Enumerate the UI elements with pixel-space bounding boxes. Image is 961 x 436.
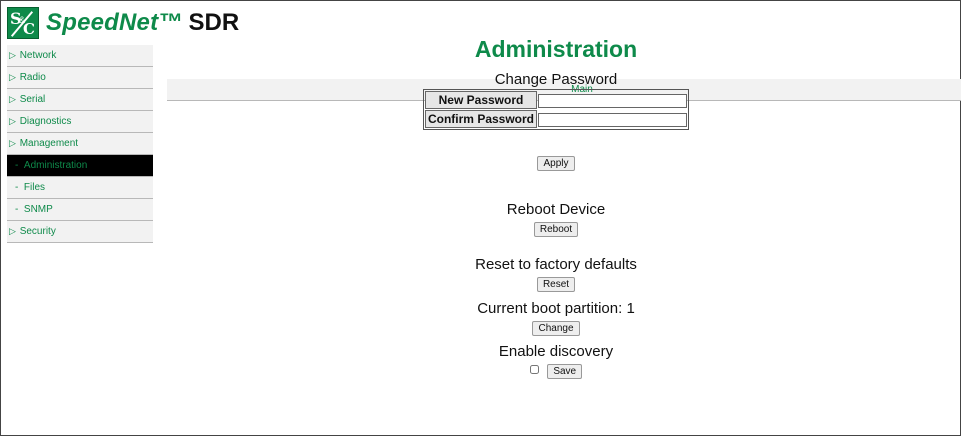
sidebar-item-files[interactable]: - Files bbox=[7, 177, 153, 199]
sidebar-item-label: Network bbox=[19, 50, 57, 61]
expand-triangle-icon: ▷ bbox=[9, 138, 16, 148]
sidebar-item-diagnostics[interactable]: ▷ Diagnostics bbox=[7, 111, 153, 133]
new-password-field[interactable] bbox=[538, 94, 688, 108]
sidebar-item-network[interactable]: ▷ Network bbox=[7, 45, 153, 67]
sidebar-item-serial[interactable]: ▷ Serial bbox=[7, 89, 153, 111]
sub-item-dash: - bbox=[15, 182, 19, 193]
change-password-title: Change Password bbox=[494, 71, 618, 88]
app-frame: S & C SpeedNet™ SDR Main ▷ Network ▷ Radio… bbox=[0, 0, 961, 436]
password-form: New Password Confirm Password bbox=[422, 89, 690, 130]
discovery-title: Enable discovery bbox=[498, 343, 614, 360]
sidebar-item-label: Radio bbox=[19, 72, 46, 83]
brand-name: SpeedNet™ bbox=[46, 9, 183, 36]
confirm-password-label: Confirm Password bbox=[424, 110, 538, 128]
sidebar-item-label: Files bbox=[23, 182, 46, 193]
sidebar-item-label: Administration bbox=[23, 160, 88, 171]
sidebar-item-snmp[interactable]: - SNMP bbox=[7, 199, 153, 221]
sidebar-item-security[interactable]: ▷ Security bbox=[7, 221, 153, 243]
sidebar-item-label: Diagnostics bbox=[19, 116, 72, 127]
main-content: Administration Change Password New Passw… bbox=[161, 35, 951, 379]
sidebar-item-label: Serial bbox=[19, 94, 46, 105]
new-password-label: New Password bbox=[424, 91, 538, 109]
sub-item-dash: - bbox=[15, 160, 19, 171]
change-partition-button[interactable]: Change bbox=[532, 321, 580, 336]
enable-discovery-checkbox[interactable] bbox=[529, 365, 539, 375]
reset-button[interactable]: Reset bbox=[536, 277, 576, 292]
save-button[interactable]: Save bbox=[547, 364, 583, 379]
reboot-button[interactable]: Reboot bbox=[533, 222, 579, 237]
reboot-title: Reboot Device bbox=[506, 201, 606, 218]
sidebar-nav: Main ▷ Network ▷ Radio ▷ Serial ▷ Diagno… bbox=[7, 45, 961, 243]
sc-logo-icon: S & C bbox=[7, 7, 39, 39]
boot-partition-title: Current boot partition: 1 bbox=[477, 300, 635, 317]
page-title: Administration bbox=[474, 36, 638, 62]
expand-triangle-icon: ▷ bbox=[9, 226, 16, 236]
sidebar-item-label: Security bbox=[19, 226, 56, 237]
confirm-password-field[interactable] bbox=[538, 113, 688, 127]
sidebar-item-management[interactable]: ▷ Management bbox=[7, 133, 153, 155]
expand-triangle-icon: ▷ bbox=[9, 116, 16, 126]
sub-item-dash: - bbox=[15, 204, 19, 215]
product-name: SDR bbox=[188, 9, 240, 36]
sidebar-item-label: SNMP bbox=[23, 204, 53, 215]
apply-button[interactable]: Apply bbox=[537, 156, 575, 171]
expand-triangle-icon: ▷ bbox=[9, 50, 16, 60]
expand-triangle-icon: ▷ bbox=[9, 72, 16, 82]
sidebar-item-label: Management bbox=[19, 138, 79, 149]
reset-title: Reset to factory defaults bbox=[475, 256, 637, 273]
sidebar-item-radio[interactable]: ▷ Radio bbox=[7, 67, 153, 89]
sidebar-item-administration[interactable]: - Administration bbox=[7, 155, 153, 177]
expand-triangle-icon: ▷ bbox=[9, 94, 16, 104]
